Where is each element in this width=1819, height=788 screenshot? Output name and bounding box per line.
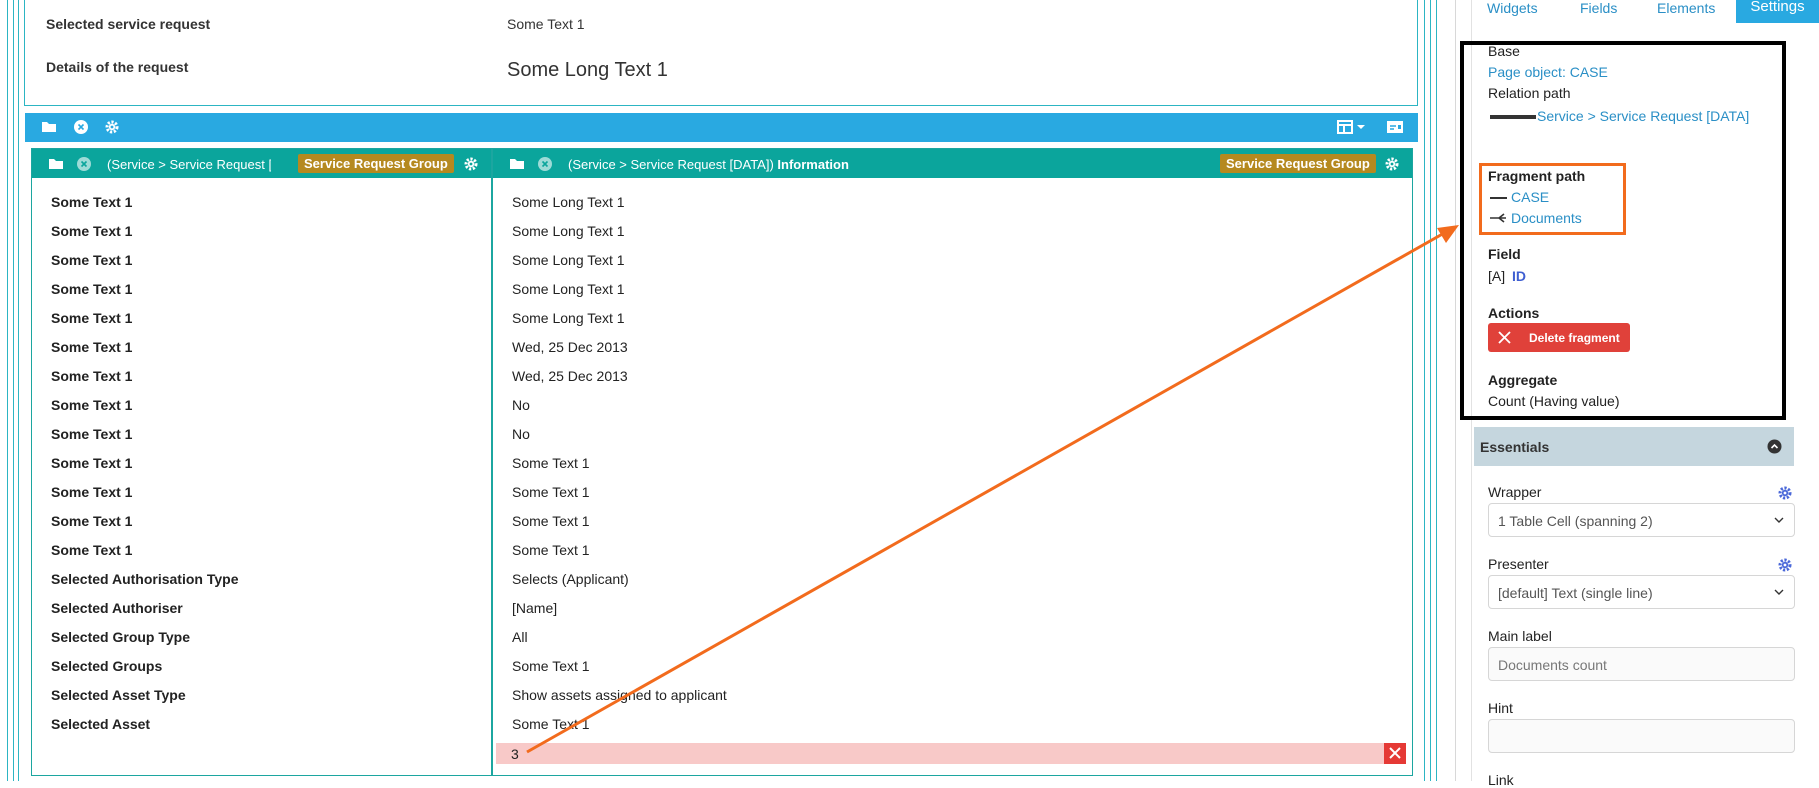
annotation-arrow — [526, 225, 1459, 754]
